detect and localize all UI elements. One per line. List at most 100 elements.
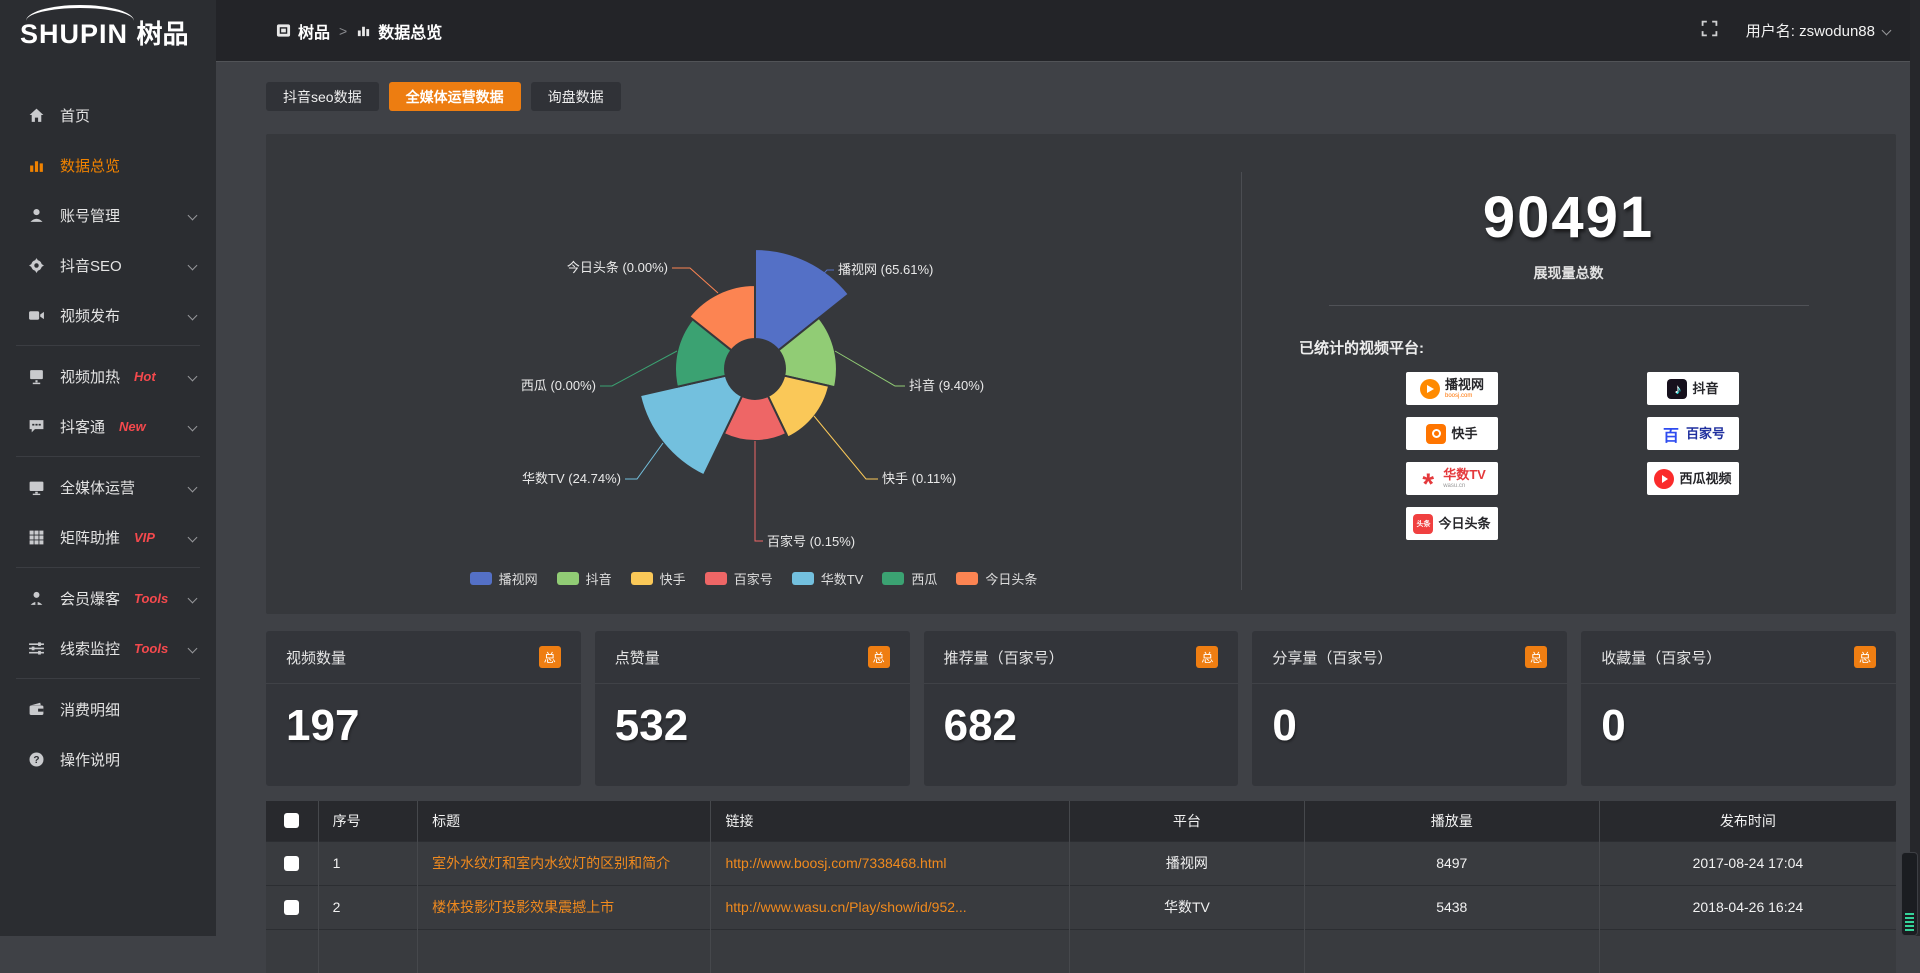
sidebar-item-10[interactable]: 线索监控Tools — [0, 623, 216, 673]
platform-badge-boosj: 播视网boosj.com — [1406, 372, 1498, 405]
platform-badge-baijiahao: 百百家号 — [1647, 417, 1739, 450]
sidebar: SHUPIN 树品 首页数据总览账号管理抖音SEO 视频发布视频加热Hot抖客通N… — [0, 0, 216, 936]
cell-index: 2 — [318, 885, 417, 929]
stat-card-title: 分享量（百家号） — [1272, 647, 1392, 668]
cell-platform: 播视网 — [1070, 841, 1305, 885]
douyin-logo: ♪ — [1667, 379, 1687, 399]
total-badge[interactable]: 总 — [1854, 646, 1876, 668]
table-body: 1室外水纹灯和室内水纹灯的区别和简介http://www.boosj.com/7… — [266, 841, 1896, 973]
chevron-down-icon — [188, 643, 198, 653]
cell-url-link[interactable]: http://www.wasu.cn/Play/show/id/952... — [711, 885, 1070, 929]
tab-1[interactable]: 全媒体运营数据 — [389, 82, 521, 111]
chart-legend: 播视网抖音快手百家号华数TV 西瓜今日头条 — [266, 569, 1241, 588]
legend-item-4[interactable]: 华数TV — [792, 569, 864, 588]
stat-card-2: 推荐量（百家号） 总 682 — [924, 631, 1239, 786]
sidebar-item-tag: New — [119, 419, 146, 434]
total-badge[interactable]: 总 — [1525, 646, 1547, 668]
platforms-label: 已统计的视频平台: — [1299, 337, 1896, 358]
cell-title-link[interactable]: 楼体投影灯投影效果震撼上市 — [418, 885, 711, 929]
legend-item-5[interactable]: 西瓜 — [882, 569, 937, 588]
sidebar-item-8[interactable]: 矩阵助推VIP — [0, 512, 216, 562]
fullscreen-icon[interactable] — [1701, 20, 1718, 42]
sidebar-item-4[interactable]: 视频发布 — [0, 290, 216, 340]
legend-item-6[interactable]: 今日头条 — [956, 569, 1037, 588]
sidebar-item-label: 操作说明 — [60, 749, 120, 770]
stat-card-header: 分享量（百家号） 总 — [1252, 631, 1567, 684]
row-checkbox[interactable] — [284, 856, 299, 871]
tab-2[interactable]: 询盘数据 — [531, 82, 621, 111]
cell-platform: 华数TV — [1070, 885, 1305, 929]
toutiao-logo: 头条 — [1413, 514, 1433, 534]
rose-pie-chart: 播视网 (65.61%)抖音 (9.40%)快手 (0.11%)百家号 (0.1… — [266, 134, 1241, 614]
sidebar-item-label: 会员爆客 — [60, 588, 120, 609]
sidebar-item-7[interactable]: 全媒体运营 — [0, 462, 216, 512]
legend-item-0[interactable]: 播视网 — [470, 569, 538, 588]
legend-label: 播视网 — [499, 569, 538, 588]
chevron-down-icon — [188, 260, 198, 270]
chevron-down-icon — [188, 210, 198, 220]
legend-item-3[interactable]: 百家号 — [705, 569, 773, 588]
breadcrumb-separator: > — [339, 23, 347, 39]
stat-card-title: 收藏量（百家号） — [1601, 647, 1721, 668]
column-header-4: 播放量 — [1304, 801, 1599, 841]
scrollbar[interactable] — [1910, 0, 1920, 936]
stat-card-value: 682 — [924, 684, 1239, 751]
app-icon — [276, 23, 291, 38]
platform-badge-xigua: 西瓜视频 — [1647, 462, 1739, 495]
total-badge[interactable]: 总 — [539, 646, 561, 668]
platform-name: 今日头条 — [1438, 517, 1490, 530]
sidebar-item-label: 数据总览 — [60, 155, 120, 176]
sidebar-item-1[interactable]: 数据总览 — [0, 140, 216, 190]
sidebar-item-2[interactable]: 账号管理 — [0, 190, 216, 240]
breadcrumb-item-home[interactable]: 树品 — [276, 19, 330, 43]
logo-text-en: SHUPIN — [20, 19, 128, 49]
user-area: 用户名: zswodun88 — [1701, 20, 1890, 42]
help-icon: ? — [28, 751, 45, 768]
wallet-icon — [28, 701, 45, 718]
pie-label-0: 播视网 (65.61%) — [838, 262, 933, 277]
cell-url-link[interactable]: http://www.boosj.com/7338468.html — [711, 841, 1070, 885]
sidebar-item-0[interactable]: 首页 — [0, 90, 216, 140]
platform-name: 华数TV — [1443, 468, 1486, 481]
chart-bar-icon — [28, 157, 45, 174]
sidebar-item-6[interactable]: 抖客通New — [0, 401, 216, 451]
platform-badge-grid: 播视网boosj.com快手*华数TVwasu.cn头条今日头条♪抖音百百家号西… — [1406, 372, 1896, 540]
sidebar-divider — [16, 456, 200, 457]
tab-0[interactable]: 抖音seo数据 — [266, 82, 379, 111]
total-badge[interactable]: 总 — [868, 646, 890, 668]
cell-published: 2017-08-24 17:04 — [1599, 841, 1896, 885]
chevron-down-icon — [188, 310, 198, 320]
logo-text-cn: 树品 — [136, 19, 188, 49]
sidebar-item-11[interactable]: 消费明细 — [0, 684, 216, 734]
column-header-0: 序号 — [318, 801, 417, 841]
cell-title-link[interactable]: 室外水纹灯和室内水纹灯的区别和简介 — [418, 841, 711, 885]
row-checkbox[interactable] — [284, 900, 299, 915]
topbar: 树品 > 数据总览 用户名: zswodun88 — [216, 0, 1920, 62]
legend-item-2[interactable]: 快手 — [631, 569, 686, 588]
floating-widget[interactable] — [1901, 852, 1918, 936]
legend-swatch — [557, 572, 579, 585]
stat-card-value: 532 — [595, 684, 910, 751]
sidebar-item-label: 全媒体运营 — [60, 477, 135, 498]
sidebar-item-9[interactable]: 会员爆客 Tools — [0, 573, 216, 623]
breadcrumb-item-current[interactable]: 数据总览 — [356, 19, 442, 43]
label-line-4 — [625, 443, 663, 479]
video-table: 序号标题链接平台播放量发布时间 1室外水纹灯和室内水纹灯的区别和简介http:/… — [266, 801, 1896, 973]
legend-label: 西瓜 — [911, 569, 937, 588]
legend-item-1[interactable]: 抖音 — [557, 569, 612, 588]
sidebar-item-3[interactable]: 抖音SEO — [0, 240, 216, 290]
chevron-down-icon — [188, 593, 198, 603]
sidebar-item-label: 视频发布 — [60, 305, 120, 326]
sidebar-item-12[interactable]: ? 操作说明 — [0, 734, 216, 784]
user-menu[interactable]: 用户名: zswodun88 — [1746, 20, 1890, 41]
pie-slice-4[interactable] — [640, 376, 742, 476]
column-header-1: 标题 — [418, 801, 711, 841]
total-badge[interactable]: 总 — [1196, 646, 1218, 668]
select-all-checkbox[interactable] — [284, 813, 299, 828]
summary-divider — [1329, 305, 1809, 306]
sidebar-nav: 首页数据总览账号管理抖音SEO 视频发布视频加热Hot抖客通New 全媒体运营矩阵助… — [0, 62, 216, 784]
pie-label-5: 西瓜 (0.00%) — [521, 378, 596, 393]
pie-label-6: 今日头条 (0.00%) — [567, 260, 668, 275]
sidebar-item-5[interactable]: 视频加热Hot — [0, 351, 216, 401]
sidebar-item-tag: Tools — [134, 591, 168, 606]
